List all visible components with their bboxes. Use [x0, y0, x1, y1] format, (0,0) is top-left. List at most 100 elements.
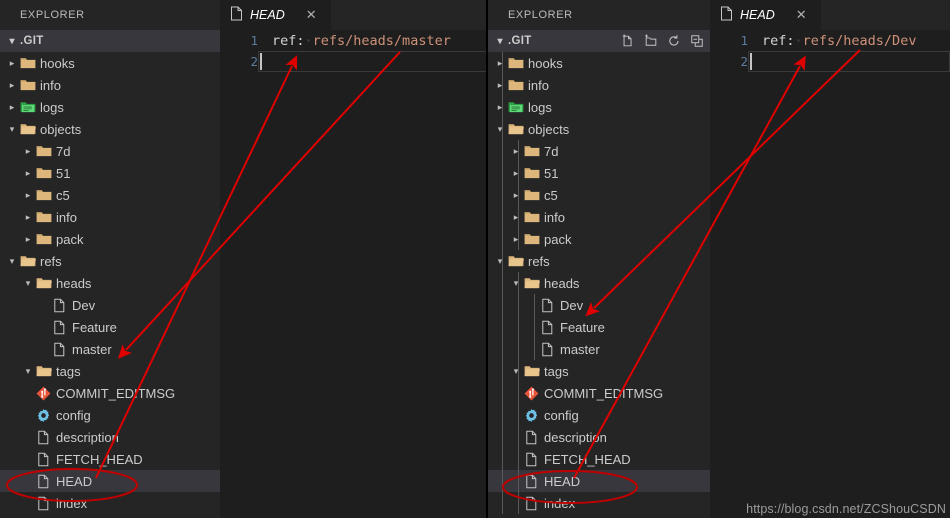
- left-file-tree[interactable]: ▸ hooks ▸ info ▸ logs ▾ objects ▸ 7d ▸ 51 ▸ c5 ▸ info ▸ p…: [0, 52, 220, 514]
- chevron-right-icon[interactable]: ▸: [22, 168, 34, 178]
- tree-row[interactable]: ▸ 7d: [0, 140, 220, 162]
- close-icon[interactable]: ✕: [796, 7, 807, 23]
- folder-green-icon: [18, 100, 37, 114]
- tree-row[interactable]: ▸ c5: [0, 184, 220, 206]
- tree-row[interactable]: ▸ c5: [488, 184, 710, 206]
- tree-row[interactable]: ▾ heads: [0, 272, 220, 294]
- tree-row[interactable]: ▸COMMIT_EDITMSG: [488, 382, 710, 404]
- tree-row-label: logs: [528, 99, 552, 115]
- left-git-root-label: .GIT: [20, 35, 44, 47]
- tree-row[interactable]: ▸HEAD: [488, 470, 710, 492]
- tree-row[interactable]: ▸master: [0, 338, 220, 360]
- chevron-right-icon[interactable]: ▸: [22, 146, 34, 156]
- left-git-root-header[interactable]: ▾ .GIT: [0, 30, 220, 52]
- chevron-down-icon[interactable]: ▾: [494, 256, 506, 266]
- tree-row[interactable]: ▸ info: [0, 206, 220, 228]
- chevron-right-icon[interactable]: ▸: [494, 58, 506, 68]
- code-line[interactable]: 2: [220, 51, 488, 72]
- tree-row[interactable]: ▸ info: [488, 74, 710, 96]
- tree-row[interactable]: ▸ hooks: [488, 52, 710, 74]
- tree-row-label: objects: [40, 121, 82, 137]
- tree-row[interactable]: ▸description: [488, 426, 710, 448]
- tree-row[interactable]: ▸COMMIT_EDITMSG: [0, 382, 220, 404]
- collapse-all-icon[interactable]: [690, 34, 704, 48]
- new-file-icon[interactable]: [621, 34, 635, 48]
- tree-row[interactable]: ▸ 51: [488, 162, 710, 184]
- chevron-right-icon[interactable]: ▸: [494, 80, 506, 90]
- tree-row[interactable]: ▾ tags: [488, 360, 710, 382]
- chevron-down-icon[interactable]: ▾: [22, 366, 34, 376]
- tree-row[interactable]: ▸Feature: [0, 316, 220, 338]
- chevron-right-icon[interactable]: ▸: [6, 102, 18, 112]
- tree-row[interactable]: ▸index: [0, 492, 220, 514]
- close-icon[interactable]: ✕: [306, 7, 317, 23]
- code-line[interactable]: 1 ref:·refs/heads/Dev: [710, 30, 950, 51]
- tree-row[interactable]: ▸Feature: [488, 316, 710, 338]
- chevron-right-icon[interactable]: ▸: [22, 190, 34, 200]
- chevron-right-icon[interactable]: ▸: [510, 168, 522, 178]
- tree-row[interactable]: ▸HEAD: [0, 470, 220, 492]
- right-tabbar: HEAD ✕: [710, 0, 950, 30]
- chevron-down-icon[interactable]: ▾: [6, 124, 18, 134]
- tree-row[interactable]: ▸config: [488, 404, 710, 426]
- tree-row-label: 7d: [56, 143, 71, 159]
- tree-row[interactable]: ▾ objects: [0, 118, 220, 140]
- folder-icon: [18, 78, 37, 92]
- folder-icon: [34, 210, 53, 224]
- chevron-right-icon[interactable]: ▸: [6, 80, 18, 90]
- tree-row[interactable]: ▸ 7d: [488, 140, 710, 162]
- chevron-down-icon[interactable]: ▾: [494, 124, 506, 134]
- folder-icon: [34, 188, 53, 202]
- file-icon: [522, 452, 541, 467]
- tree-row[interactable]: ▾ refs: [0, 250, 220, 272]
- tree-row[interactable]: ▸ pack: [0, 228, 220, 250]
- tree-row[interactable]: ▾ refs: [488, 250, 710, 272]
- right-tab-head[interactable]: HEAD ✕: [710, 0, 821, 30]
- chevron-down-icon[interactable]: ▾: [510, 278, 522, 288]
- tree-row[interactable]: ▸master: [488, 338, 710, 360]
- tree-row[interactable]: ▸Dev: [0, 294, 220, 316]
- refresh-icon[interactable]: [667, 34, 681, 48]
- chevron-right-icon[interactable]: ▸: [22, 212, 34, 222]
- right-vscode-window: EXPLORER ▾ .GIT ▸ hooks ▸ info ▸ logs ▾ …: [488, 0, 950, 518]
- tree-row[interactable]: ▸ hooks: [0, 52, 220, 74]
- chevron-down-icon[interactable]: ▾: [6, 256, 18, 266]
- tree-row[interactable]: ▾ tags: [0, 360, 220, 382]
- left-code-area[interactable]: 1 ref:·refs/heads/master 2: [220, 30, 488, 518]
- tree-row[interactable]: ▸ pack: [488, 228, 710, 250]
- chevron-right-icon[interactable]: ▸: [6, 58, 18, 68]
- chevron-right-icon[interactable]: ▸: [22, 234, 34, 244]
- left-tab-head[interactable]: HEAD ✕: [220, 0, 331, 30]
- new-folder-icon[interactable]: [644, 34, 658, 48]
- tree-row[interactable]: ▸ logs: [488, 96, 710, 118]
- chevron-right-icon[interactable]: ▸: [494, 102, 506, 112]
- right-file-tree[interactable]: ▸ hooks ▸ info ▸ logs ▾ objects ▸ 7d ▸ 51 ▸ c5 ▸ info ▸ p…: [488, 52, 710, 514]
- folder-icon: [522, 232, 541, 246]
- tree-row[interactable]: ▸config: [0, 404, 220, 426]
- tree-row[interactable]: ▸ info: [0, 74, 220, 96]
- right-tab-label: HEAD: [740, 8, 775, 22]
- tree-row[interactable]: ▸ logs: [0, 96, 220, 118]
- tree-row[interactable]: ▾ objects: [488, 118, 710, 140]
- chevron-down-icon[interactable]: ▾: [510, 366, 522, 376]
- chevron-down-icon[interactable]: ▾: [22, 278, 34, 288]
- tree-row[interactable]: ▸FETCH_HEAD: [0, 448, 220, 470]
- chevron-right-icon[interactable]: ▸: [510, 146, 522, 156]
- right-git-root-header[interactable]: ▾ .GIT: [488, 30, 710, 52]
- right-code-area[interactable]: 1 ref:·refs/heads/Dev 2: [710, 30, 950, 518]
- chevron-right-icon[interactable]: ▸: [510, 190, 522, 200]
- tree-row[interactable]: ▸Dev: [488, 294, 710, 316]
- tree-row[interactable]: ▸FETCH_HEAD: [488, 448, 710, 470]
- folder-icon: [522, 144, 541, 158]
- left-tabbar: HEAD ✕: [220, 0, 488, 30]
- tree-row[interactable]: ▾ heads: [488, 272, 710, 294]
- code-line[interactable]: 2: [710, 51, 950, 72]
- tree-row[interactable]: ▸index: [488, 492, 710, 514]
- tree-row[interactable]: ▸ info: [488, 206, 710, 228]
- tree-row[interactable]: ▸ 51: [0, 162, 220, 184]
- tree-row[interactable]: ▸description: [0, 426, 220, 448]
- code-line[interactable]: 1 ref:·refs/heads/master: [220, 30, 488, 51]
- chevron-right-icon[interactable]: ▸: [510, 212, 522, 222]
- folder-open-icon: [34, 276, 53, 290]
- chevron-right-icon[interactable]: ▸: [510, 234, 522, 244]
